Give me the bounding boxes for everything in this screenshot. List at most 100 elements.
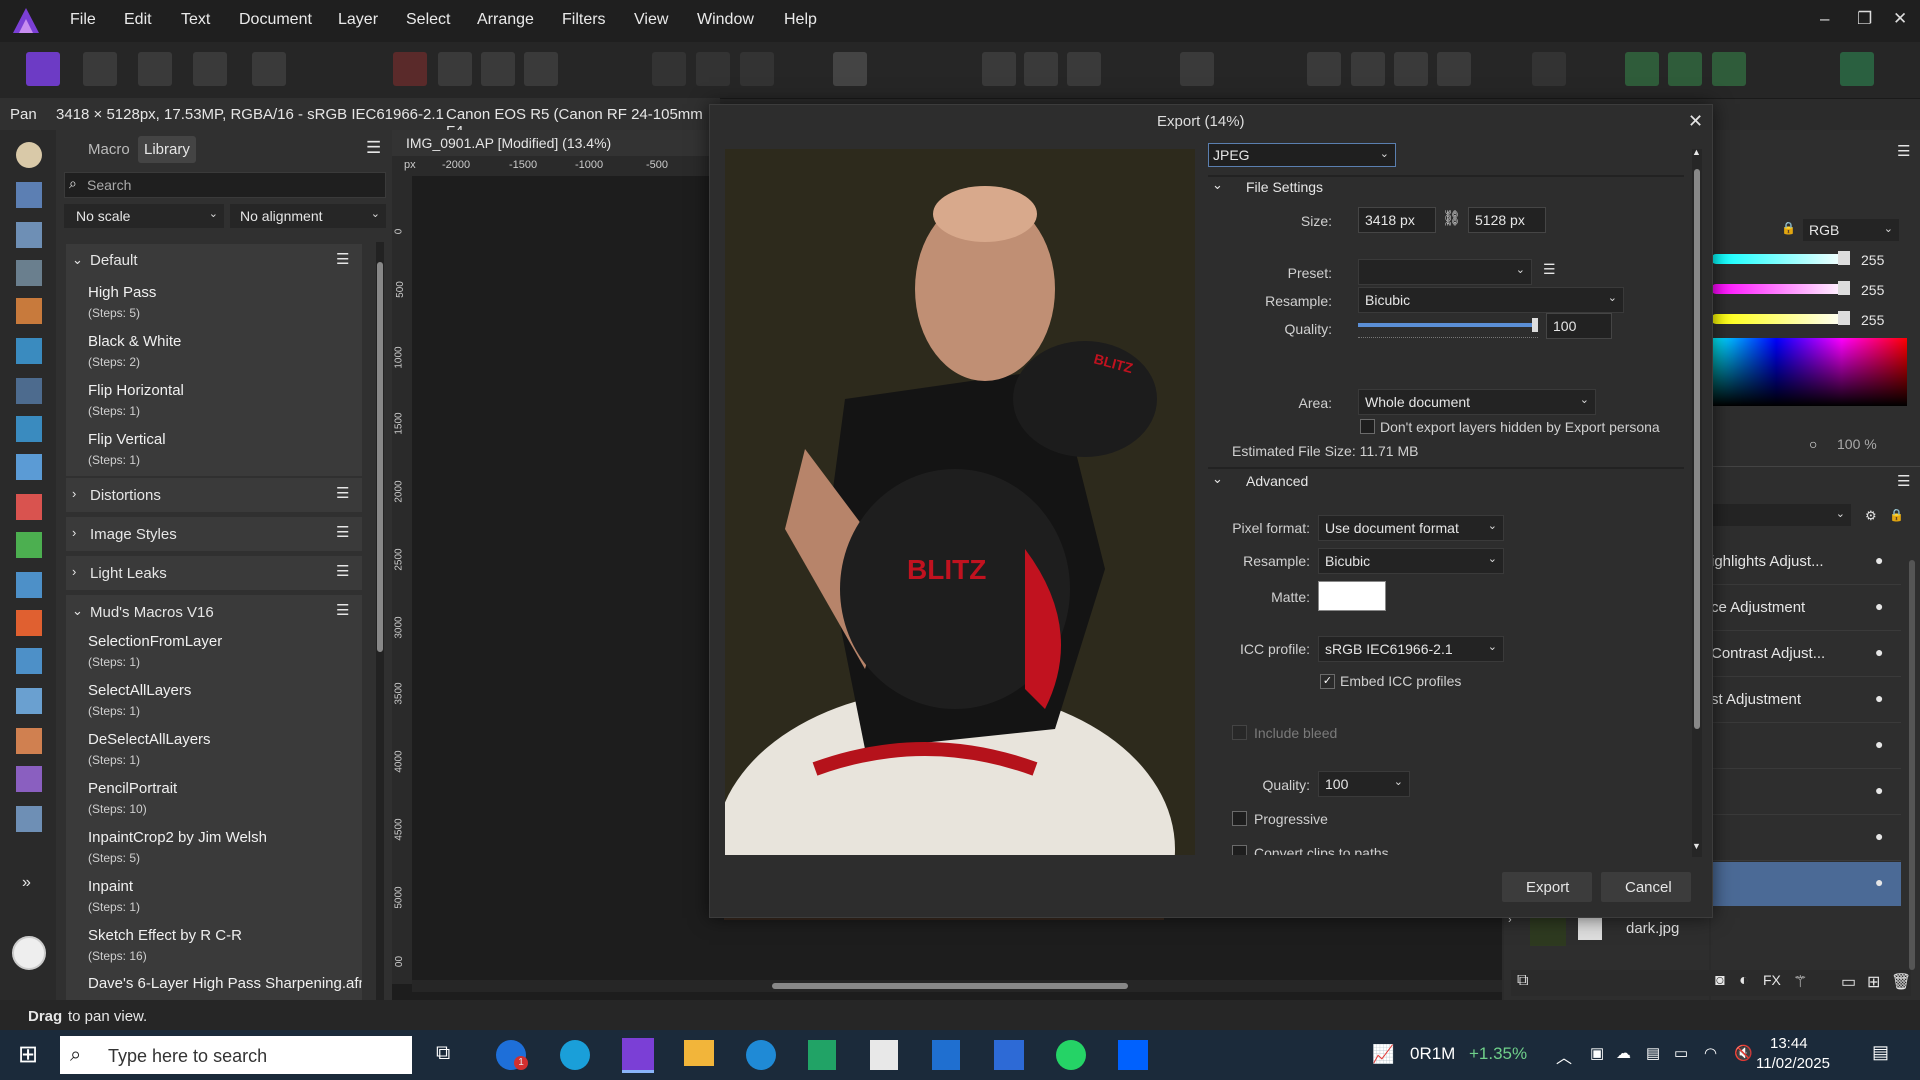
horizontal-scrollbar[interactable] bbox=[412, 980, 1502, 992]
macro-item[interactable]: Dave's 6-Layer High Pass Sharpening.afma… bbox=[88, 975, 362, 992]
more-tools-icon[interactable]: » bbox=[22, 874, 31, 892]
document-app-icon[interactable] bbox=[870, 1040, 898, 1070]
red-value[interactable]: 255 bbox=[1861, 252, 1884, 268]
smudge-tool-icon[interactable] bbox=[16, 728, 42, 754]
chevron-down-icon[interactable]: ⌄ bbox=[1212, 177, 1223, 193]
scale-dropdown[interactable]: No scale ⌄ bbox=[64, 204, 224, 228]
clock-time[interactable]: 13:44 bbox=[1770, 1035, 1808, 1052]
settings-scrollbar[interactable]: ▲ ▼ bbox=[1692, 147, 1702, 857]
blemish-removal-icon[interactable] bbox=[16, 688, 42, 714]
layer-name[interactable]: dark.jpg bbox=[1626, 920, 1679, 937]
layer-row[interactable]: st Adjustment ● bbox=[1711, 678, 1901, 723]
menu-document[interactable]: Document bbox=[239, 11, 312, 29]
menu-edit[interactable]: Edit bbox=[124, 11, 152, 29]
slider-handle[interactable] bbox=[1838, 251, 1850, 265]
menu-arrange[interactable]: Arrange bbox=[477, 11, 534, 29]
group-menu-icon[interactable]: ☰ bbox=[336, 484, 349, 502]
layer-row[interactable]: Contrast Adjust... ● bbox=[1711, 632, 1901, 677]
macro-group-distortions[interactable]: › Distortions ☰ bbox=[66, 478, 362, 512]
menu-layer[interactable]: Layer bbox=[338, 11, 378, 29]
red-slider[interactable] bbox=[1711, 254, 1847, 264]
edge-icon[interactable] bbox=[560, 1040, 590, 1070]
pen-tool-icon[interactable] bbox=[16, 766, 42, 792]
delete-icon[interactable]: 🗑 bbox=[1891, 972, 1911, 992]
width-field[interactable]: 3418 px bbox=[1358, 207, 1436, 233]
wifi-icon[interactable]: ◠ bbox=[1704, 1044, 1717, 1062]
liquify-persona-icon[interactable] bbox=[83, 52, 117, 86]
green-slider[interactable] bbox=[1711, 284, 1847, 294]
gradient-tool-icon[interactable] bbox=[16, 454, 42, 480]
macro-item[interactable]: High Pass bbox=[88, 284, 156, 301]
writer-app-icon[interactable] bbox=[932, 1040, 960, 1070]
panel-menu-icon[interactable]: ☰ bbox=[366, 138, 381, 158]
arrange-backward-icon[interactable] bbox=[1351, 52, 1385, 86]
adv-quality-dropdown[interactable]: 100 ⌄ bbox=[1318, 771, 1410, 797]
dodge-brush-icon[interactable] bbox=[16, 610, 42, 636]
spreadsheet-icon[interactable] bbox=[808, 1040, 836, 1070]
visibility-dot-icon[interactable]: ● bbox=[1875, 644, 1883, 660]
scrollbar-thumb[interactable] bbox=[772, 983, 1128, 989]
account-icon[interactable] bbox=[1840, 52, 1874, 86]
subtract-icon[interactable] bbox=[1668, 52, 1702, 86]
resample-dropdown[interactable]: Bicubic ⌄ bbox=[1358, 287, 1624, 313]
group-menu-icon[interactable]: ☰ bbox=[336, 562, 349, 580]
layers-scrollbar[interactable] bbox=[1909, 560, 1915, 970]
hidden-layers-checkbox[interactable] bbox=[1360, 419, 1375, 434]
menu-text[interactable]: Text bbox=[181, 11, 210, 29]
embed-icc-checkbox[interactable]: ✓ bbox=[1320, 674, 1335, 689]
blend-mode-dropdown[interactable]: ⌄ bbox=[1711, 504, 1851, 526]
deselect-icon[interactable] bbox=[696, 52, 730, 86]
slider-handle[interactable] bbox=[1838, 281, 1850, 295]
affinity-photo-taskbar-icon[interactable] bbox=[622, 1038, 654, 1073]
height-field[interactable]: 5128 px bbox=[1468, 207, 1546, 233]
flood-select-icon[interactable] bbox=[16, 338, 42, 364]
task-view-icon[interactable]: ⧉ bbox=[436, 1042, 450, 1065]
stock-name[interactable]: 0R1M bbox=[1410, 1044, 1455, 1064]
preset-menu-icon[interactable]: ☰ bbox=[1543, 261, 1556, 278]
tone-mapping-persona-icon[interactable] bbox=[193, 52, 227, 86]
progressive-checkbox[interactable] bbox=[1232, 811, 1247, 826]
icc-dropdown[interactable]: sRGB IEC61966-2.1 ⌄ bbox=[1318, 636, 1504, 662]
scrollbar-thumb[interactable] bbox=[1694, 169, 1700, 729]
panel-menu-icon[interactable]: ☰ bbox=[1897, 142, 1910, 160]
move-tool-icon[interactable] bbox=[16, 182, 42, 208]
taskbar-search[interactable]: ⌕ Type here to search bbox=[60, 1036, 412, 1074]
tab-macro[interactable]: Macro bbox=[88, 141, 130, 158]
export-persona-icon[interactable] bbox=[252, 52, 286, 86]
battery-icon[interactable]: ▭ bbox=[1674, 1044, 1688, 1062]
stock-change[interactable]: +1.35% bbox=[1469, 1044, 1527, 1064]
convert-clips-checkbox[interactable] bbox=[1232, 845, 1247, 855]
layer-row[interactable]: ● bbox=[1711, 770, 1901, 815]
shape-tool-icon[interactable] bbox=[16, 806, 42, 832]
menu-select[interactable]: Select bbox=[406, 11, 450, 29]
snapping-icon[interactable] bbox=[1532, 52, 1566, 86]
invert-selection-icon[interactable] bbox=[740, 52, 774, 86]
format-dropdown[interactable]: JPEG ⌄ bbox=[1208, 143, 1396, 167]
whatsapp-icon[interactable] bbox=[1056, 1040, 1086, 1070]
clone-tool-icon[interactable] bbox=[16, 648, 42, 674]
matte-swatch[interactable] bbox=[1318, 581, 1386, 611]
quality-field[interactable]: 100 bbox=[1546, 313, 1612, 339]
macro-item[interactable]: InpaintCrop2 by Jim Welsh bbox=[88, 829, 267, 846]
advanced-header[interactable]: Advanced bbox=[1246, 473, 1308, 489]
close-window-button[interactable]: ✕ bbox=[1893, 9, 1907, 29]
assistant-icon[interactable] bbox=[1180, 52, 1214, 86]
blue-value[interactable]: 255 bbox=[1861, 312, 1884, 328]
marquee-tool-icon[interactable] bbox=[16, 378, 42, 404]
tab-library[interactable]: Library bbox=[138, 136, 196, 163]
color-replacement-icon[interactable] bbox=[16, 532, 42, 558]
green-value[interactable]: 255 bbox=[1861, 282, 1884, 298]
macro-item[interactable]: SelectionFromLayer bbox=[88, 633, 222, 650]
file-settings-header[interactable]: File Settings bbox=[1246, 179, 1323, 195]
develop-persona-icon[interactable] bbox=[138, 52, 172, 86]
arrange-back-icon[interactable] bbox=[1307, 52, 1341, 86]
layer-row[interactable]: ● bbox=[1711, 816, 1901, 861]
macro-item[interactable]: Flip Vertical bbox=[88, 431, 166, 448]
visibility-dot-icon[interactable]: ● bbox=[1875, 874, 1883, 890]
document-tab[interactable]: IMG_0901.AP [Modified] (13.4%) bbox=[406, 135, 611, 151]
panel-scrollbar[interactable] bbox=[376, 242, 384, 1002]
visibility-dot-icon[interactable]: ● bbox=[1875, 552, 1883, 568]
alignment-dropdown[interactable]: No alignment ⌄ bbox=[230, 204, 386, 228]
search-input[interactable]: ⌕ Search bbox=[64, 172, 386, 198]
publisher-app-icon[interactable] bbox=[994, 1040, 1024, 1070]
